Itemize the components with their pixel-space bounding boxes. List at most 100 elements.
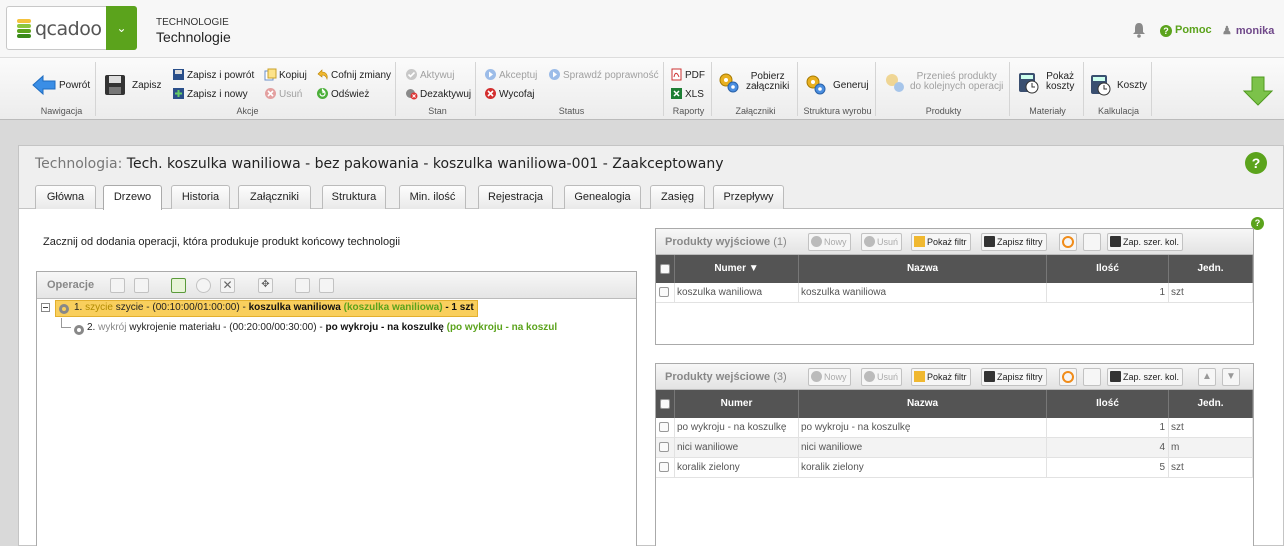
node-product-code: (po wykroju - na koszul — [446, 322, 558, 333]
tab-historia[interactable]: Historia — [171, 185, 230, 209]
pdf-button[interactable]: PDF — [670, 68, 705, 81]
tab-drzewo[interactable]: Drzewo — [103, 185, 162, 210]
save-filters-label: Zapisz filtry — [997, 372, 1043, 382]
save-widths-label: Zap. szer. kol. — [1123, 237, 1180, 247]
save-new-button[interactable]: Zapisz i nowy — [172, 87, 248, 100]
calculator-clock-icon — [1019, 73, 1039, 94]
cell-qty: 1 — [1047, 418, 1169, 438]
tab-min-ilosc[interactable]: Min. ilość — [399, 185, 466, 209]
xls-button[interactable]: XLS — [670, 87, 704, 100]
deactivate-button[interactable]: Dezaktywuj — [405, 87, 471, 100]
grid-title-text: Produkty wejściowe — [665, 371, 771, 383]
tree-add-icon[interactable] — [110, 278, 125, 293]
row-checkbox[interactable] — [659, 442, 669, 452]
arrow-down-icon[interactable] — [1242, 75, 1274, 107]
reset-icon[interactable] — [1059, 368, 1077, 386]
save-widths-button[interactable]: Zap. szer. kol. — [1107, 233, 1184, 251]
node-name: wykrojenie materiału - (00:20:00/00:30:0… — [129, 322, 323, 333]
save-filters-button[interactable]: Zapisz filtry — [981, 368, 1047, 386]
new-label: Nowy — [824, 372, 847, 382]
ribbon-group-products: Przenieś produkty do kolejnych operacji P… — [878, 62, 1010, 116]
row-checkbox[interactable] — [659, 462, 669, 472]
new-button[interactable]: Nowy — [808, 368, 851, 386]
tree-copy-icon[interactable] — [134, 278, 149, 293]
panel-header: Technologia: Tech. koszulka waniliowa - … — [19, 146, 1283, 210]
column-header-qty[interactable]: Ilość — [1047, 390, 1169, 418]
tab-struktura[interactable]: Struktura — [322, 185, 386, 209]
select-all-header[interactable] — [656, 255, 675, 283]
group-label-state: Stan — [428, 106, 447, 116]
show-filter-button[interactable]: Pokaż filtr — [911, 233, 971, 251]
group-label-products: Produkty — [925, 106, 962, 116]
move-prod-line2: do kolejnych operacji — [910, 81, 1004, 92]
refresh-icon — [317, 88, 328, 99]
tab-zalaczniki[interactable]: Załączniki — [238, 185, 311, 209]
tree-edit-icon[interactable] — [171, 278, 186, 293]
save-back-button[interactable]: Zapisz i powrót — [172, 68, 254, 81]
tree-delete-icon[interactable]: ✕ — [220, 278, 235, 293]
activate-button[interactable]: Aktywuj — [405, 68, 454, 81]
sort-down-icon: ▼ — [748, 263, 759, 274]
column-header-unit[interactable]: Jedn. — [1169, 255, 1253, 283]
delete-row-button[interactable]: Usuń — [861, 233, 903, 251]
delete-button[interactable]: Usuń — [264, 87, 302, 100]
delete-label: Usuń — [877, 237, 899, 247]
select-all-header[interactable] — [656, 390, 675, 418]
app-logo[interactable]: qcadoo ⌄ — [6, 6, 137, 50]
delete-label: Usuń — [279, 89, 303, 100]
operations-tree: Operacje ✕ ✥ 1. szycie szycie - (00:10:0… — [36, 271, 637, 546]
ribbon-group-navigation: Powrót Nawigacja — [28, 62, 96, 116]
tab-genealogia[interactable]: Genealogia — [564, 185, 641, 209]
columns-icon[interactable] — [1083, 233, 1101, 251]
column-header-number[interactable]: Numer — [675, 390, 799, 418]
tab-przeplywy[interactable]: Przepływy — [713, 185, 784, 209]
app-menu-toggle[interactable]: ⌄ — [106, 6, 137, 50]
column-header-name[interactable]: Nazwa — [799, 255, 1047, 283]
withdraw-button[interactable]: Wycofaj — [484, 87, 534, 100]
save-filters-button[interactable]: Zapisz filtry — [981, 233, 1047, 251]
tree-move-icon[interactable]: ✥ — [258, 278, 273, 293]
move-down-icon[interactable]: ▼ — [1222, 368, 1240, 386]
user-menu[interactable]: ♟ monika — [1222, 24, 1274, 37]
save-widths-button[interactable]: Zap. szer. kol. — [1107, 368, 1184, 386]
new-button[interactable]: Nowy — [808, 233, 851, 251]
user-name: monika — [1235, 25, 1275, 37]
reset-icon[interactable] — [1059, 233, 1077, 251]
check-button[interactable]: Sprawdź poprawność — [548, 68, 659, 81]
tab-rejestracja[interactable]: Rejestracja — [478, 185, 553, 209]
column-header-qty[interactable]: Ilość — [1047, 255, 1169, 283]
select-all-checkbox[interactable] — [660, 264, 670, 274]
undo-button[interactable]: Cofnij zmiany — [316, 68, 391, 81]
move-products-label: Przenieś produkty do kolejnych operacji — [910, 72, 1003, 92]
cell-name: koszulka waniliowa — [799, 283, 1047, 303]
row-checkbox[interactable] — [659, 287, 669, 297]
help-icon[interactable]: ? — [1245, 152, 1267, 174]
columns-icon[interactable] — [1083, 368, 1101, 386]
delete-icon — [864, 371, 875, 382]
node-product-code: (koszulka waniliowa) — [343, 302, 443, 313]
move-up-icon[interactable]: ▲ — [1198, 368, 1216, 386]
delete-row-button[interactable]: Usuń — [861, 368, 903, 386]
save-widths-label: Zap. szer. kol. — [1123, 372, 1180, 382]
select-all-checkbox[interactable] — [660, 399, 670, 409]
column-header-number[interactable]: Numer ▼ — [675, 255, 799, 283]
refresh-button[interactable]: Odśwież — [316, 87, 369, 100]
tree-node-2[interactable]: 2. wykrój wykrojenie materiału - (00:20:… — [71, 322, 621, 337]
show-filter-button[interactable]: Pokaż filtr — [911, 368, 971, 386]
help-link[interactable]: ? Pomoc — [1160, 24, 1212, 37]
cell-unit: m — [1169, 438, 1253, 458]
node-product: koszulka waniliowa — [248, 302, 341, 313]
bell-icon[interactable] — [1132, 22, 1146, 38]
column-header-name[interactable]: Nazwa — [799, 390, 1047, 418]
tab-glowna[interactable]: Główna — [35, 185, 96, 209]
tree-node-1[interactable]: 1. szycie szycie - (00:10:00/01:00:00) -… — [55, 300, 478, 317]
grid-title-text: Produkty wyjściowe — [665, 236, 771, 248]
tree-expand-icon[interactable] — [295, 278, 310, 293]
tab-zasieg[interactable]: Zasięg — [650, 185, 705, 209]
accept-button[interactable]: Akceptuj — [484, 68, 537, 81]
row-checkbox[interactable] — [659, 422, 669, 432]
tree-cancel-icon[interactable] — [196, 278, 211, 293]
copy-button[interactable]: Kopiuj — [264, 68, 307, 81]
tree-collapse-icon[interactable] — [319, 278, 334, 293]
column-header-unit[interactable]: Jedn. — [1169, 390, 1253, 418]
